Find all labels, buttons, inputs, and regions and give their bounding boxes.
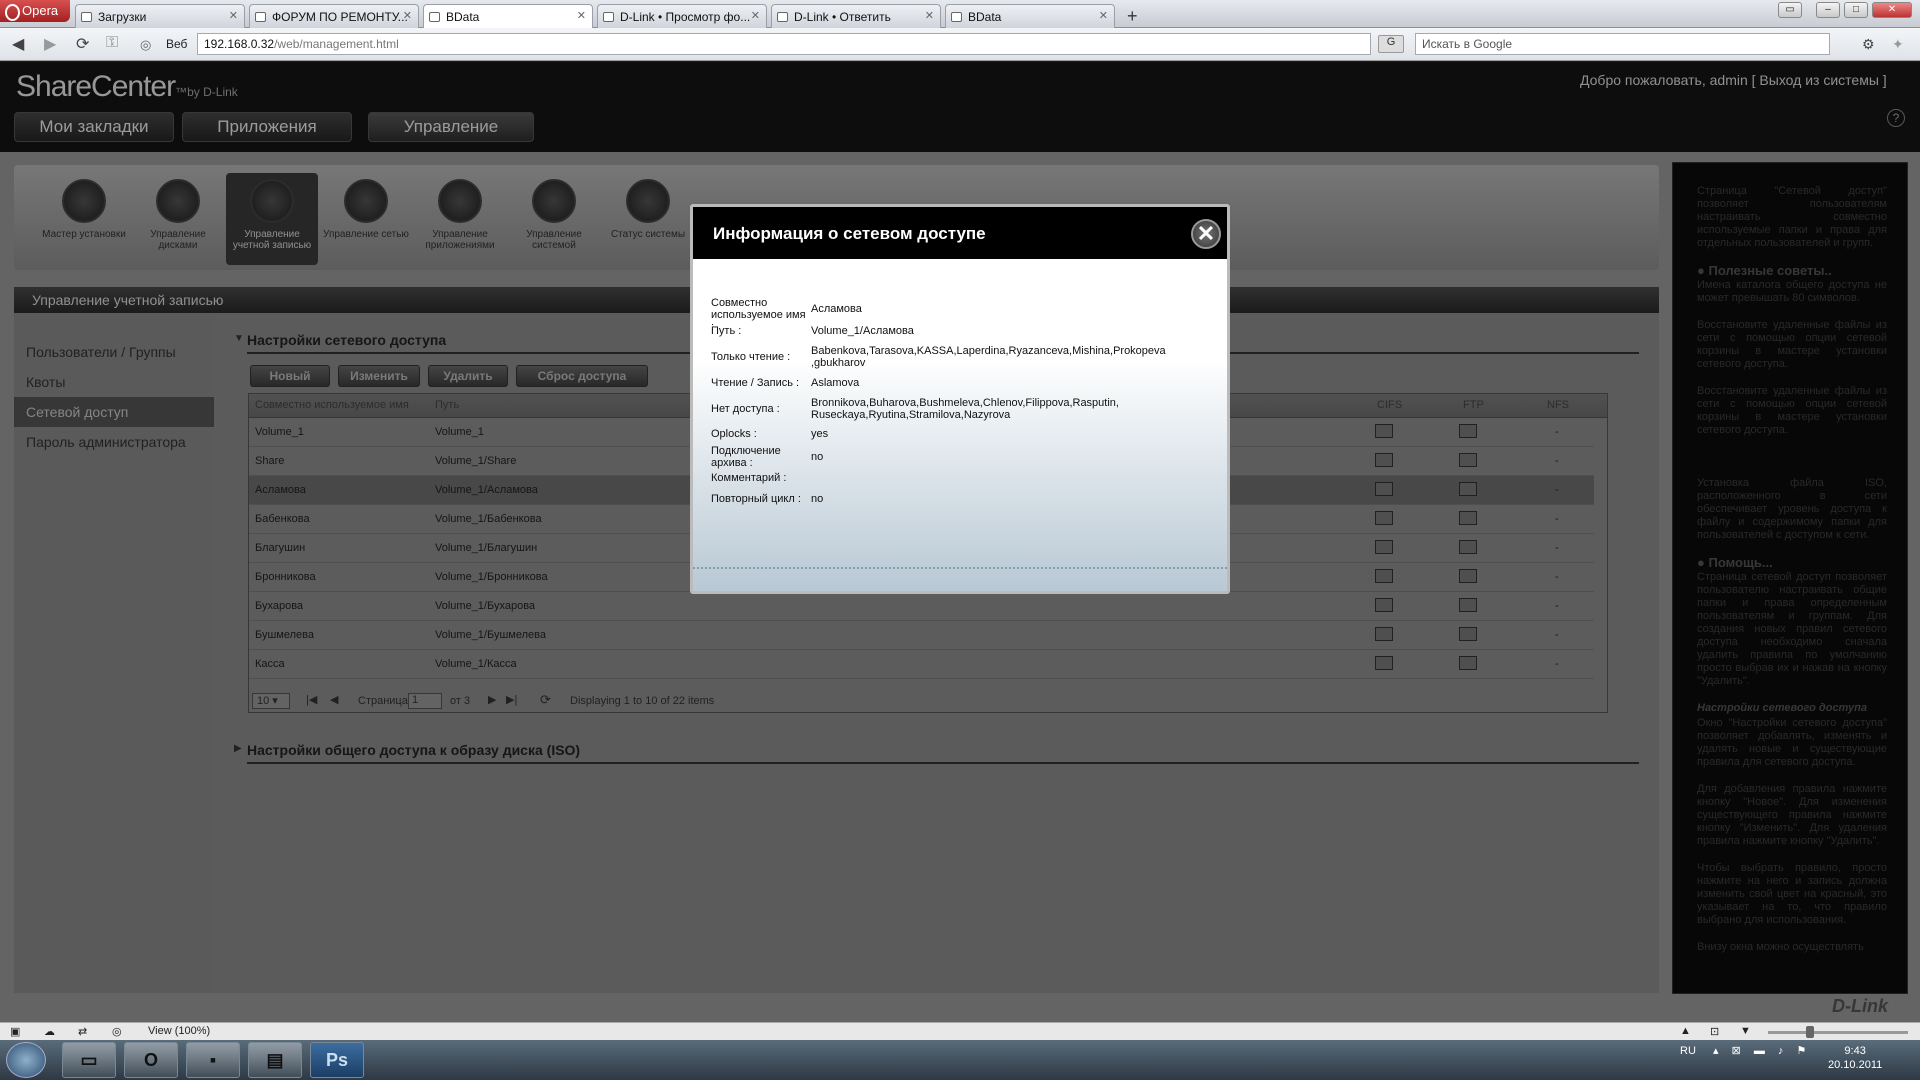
transfer-icon[interactable]: ⇄ xyxy=(78,1025,87,1038)
zoom-slider[interactable] xyxy=(1768,1031,1908,1034)
key-icon[interactable]: ⚿ xyxy=(106,34,118,52)
tab-dlink-reply[interactable]: D-Link • Ответить ✕ xyxy=(771,4,941,28)
browser-status-bar: ▣ ☁ ⇄ ◎ View (100%) ▲ ⊡ ▼ xyxy=(0,1022,1920,1040)
network-tray-icon[interactable]: ⊠ xyxy=(1732,1045,1741,1057)
battery-icon[interactable]: ▬ xyxy=(1754,1045,1765,1057)
tab-bdata[interactable]: BData ✕ xyxy=(945,4,1115,28)
web-label: Веб xyxy=(166,37,188,51)
tab-bdata-active[interactable]: BData ✕ xyxy=(423,4,593,29)
reload-icon[interactable]: ⟳ xyxy=(76,34,89,54)
panel-toggle-icon[interactable]: ▣ xyxy=(10,1025,20,1038)
zoom-view: View (100%) xyxy=(148,1025,211,1037)
no-access-value: Bronnikova,Buharova,Bushmeleva,Chlenov,F… xyxy=(811,397,1119,421)
back-icon[interactable]: ◀ xyxy=(12,34,24,54)
dialog-body: Совместно используемое имя : Асламова Пу… xyxy=(693,259,1227,591)
field-label: Комментарий : xyxy=(711,472,787,484)
field-label: Повторный цикл : xyxy=(711,493,801,505)
page-icon xyxy=(429,12,440,22)
opera-taskbar-icon[interactable]: O xyxy=(124,1042,178,1078)
search-input[interactable]: Искать в Google xyxy=(1415,33,1830,55)
oplocks-value: yes xyxy=(811,428,829,440)
close-icon[interactable]: ✕ xyxy=(1191,219,1221,249)
field-label: Oplocks : xyxy=(711,428,757,440)
field-label: Подключение архива : xyxy=(711,445,781,469)
save-disk-icon[interactable]: ▪ xyxy=(186,1042,240,1078)
forward-icon[interactable]: ▶ xyxy=(44,34,56,54)
system-tray: RU ▴ ⊠ ▬ ♪ ⚑ xyxy=(1680,1044,1806,1057)
tab-downloads[interactable]: Загрузки ✕ xyxy=(75,4,245,28)
share-name-value: Асламова xyxy=(811,303,862,315)
zoom-slider-handle[interactable] xyxy=(1806,1026,1814,1038)
windows-taskbar: ▭ O ▪ ▤ Ps RU ▴ ⊠ ▬ ♪ ⚑ 9:43 20.10.2011 xyxy=(0,1040,1920,1080)
tab-menu-button[interactable]: ▭ xyxy=(1778,2,1802,18)
maximize-button[interactable]: □ xyxy=(1844,2,1868,18)
tray-expand-icon[interactable]: ▴ xyxy=(1713,1045,1719,1057)
up-arrow-icon[interactable]: ▲ xyxy=(1680,1025,1691,1037)
path-value: Volume_1/Асламова xyxy=(811,325,914,337)
dialog-title: Информация о сетевом доступе xyxy=(713,224,986,243)
address-toolbar: ◀ ▶ ⟳ ⚿ ◎ Веб 192.168.0.32/web/managemen… xyxy=(0,28,1920,61)
turbo-icon[interactable]: ☁ xyxy=(44,1025,55,1038)
field-label: Чтение / Запись : xyxy=(711,377,800,389)
tab-forum[interactable]: ФОРУМ ПО РЕМОНТУ... ✕ xyxy=(249,4,419,28)
download-icon xyxy=(81,12,92,22)
tab-close-icon[interactable]: ✕ xyxy=(751,9,760,22)
field-label: Путь : xyxy=(711,325,742,337)
clock-time: 9:43 xyxy=(1844,1045,1866,1057)
globe-icon: ◎ xyxy=(140,37,152,52)
page-icon xyxy=(777,12,788,22)
language-indicator[interactable]: RU xyxy=(1680,1045,1696,1057)
volume-icon[interactable]: ♪ xyxy=(1778,1045,1784,1057)
fit-icon[interactable]: ⊡ xyxy=(1710,1025,1719,1038)
tab-close-icon[interactable]: ✕ xyxy=(577,9,586,22)
settings-icon[interactable]: ⚙ xyxy=(1862,36,1875,53)
url-input[interactable]: 192.168.0.32/web/management.html xyxy=(197,33,1371,55)
clock[interactable]: 9:43 20.10.2011 xyxy=(1828,1044,1882,1072)
clock-date: 20.10.2011 xyxy=(1828,1059,1883,1071)
close-window-button[interactable]: ✕ xyxy=(1872,2,1912,18)
tab-close-icon[interactable]: ✕ xyxy=(403,9,412,22)
new-tab-button[interactable]: + xyxy=(1127,6,1138,27)
minimize-button[interactable]: – xyxy=(1816,2,1840,18)
browser-tab-bar: Opera Загрузки ✕ ФОРУМ ПО РЕМОНТУ... ✕ BDa… xyxy=(0,0,1920,29)
dialog-footer xyxy=(693,567,1227,591)
opera-menu-button[interactable]: Opera xyxy=(0,0,70,22)
photoshop-icon[interactable]: Ps xyxy=(310,1042,364,1078)
archive-value: no xyxy=(811,451,824,463)
page-icon xyxy=(255,12,266,22)
tab-close-icon[interactable]: ✕ xyxy=(229,9,238,22)
start-button[interactable] xyxy=(6,1042,46,1078)
explorer-icon[interactable]: ▭ xyxy=(62,1042,116,1078)
tab-dlink-view[interactable]: D-Link • Просмотр фо... ✕ xyxy=(597,4,767,28)
field-label: Только чтение : xyxy=(711,351,791,363)
media-icon[interactable]: ▤ xyxy=(248,1042,302,1078)
search-engine-icon[interactable]: G xyxy=(1378,35,1404,53)
read-write-value: Aslamova xyxy=(811,377,860,389)
read-only-value: Babenkova,Tarasova,KASSA,Laperdina,Ryaza… xyxy=(811,345,1166,369)
field-label: Нет доступа : xyxy=(711,403,780,415)
recycle-value: no xyxy=(811,493,824,505)
tab-close-icon[interactable]: ✕ xyxy=(1099,9,1108,22)
flag-icon[interactable]: ⚑ xyxy=(1796,1045,1806,1057)
tab-close-icon[interactable]: ✕ xyxy=(925,9,934,22)
network-access-info-dialog: Информация о сетевом доступе ✕ Совместно… xyxy=(690,204,1230,594)
page-icon xyxy=(603,12,614,22)
page-icon xyxy=(951,12,962,22)
dialog-header: Информация о сетевом доступе ✕ xyxy=(693,207,1227,259)
down-arrow-icon[interactable]: ▼ xyxy=(1740,1025,1751,1037)
unite-icon[interactable]: ◎ xyxy=(112,1025,122,1038)
extension-icon[interactable]: ✦ xyxy=(1892,36,1904,53)
